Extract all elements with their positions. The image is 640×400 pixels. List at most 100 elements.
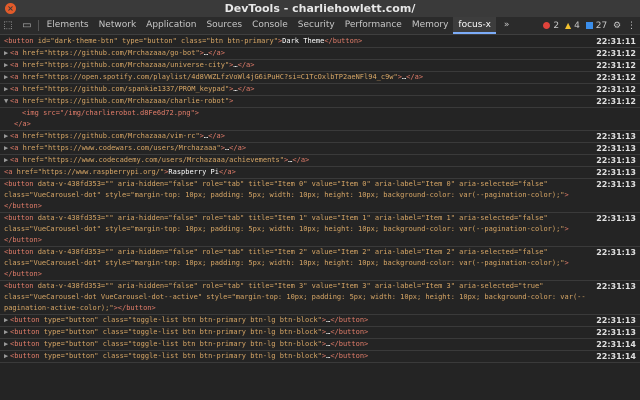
element-node[interactable]: <a href="https://www.codecademy.com/user… <box>10 156 309 164</box>
node-text: Dark Theme <box>282 37 325 45</box>
info-count[interactable]: 27 <box>596 21 607 31</box>
log-timestamp: 22:31:11 <box>596 37 636 46</box>
console-row: <button data-v-438fd353="" aria-hidden="… <box>0 179 640 213</box>
console-row: <a href="https://www.raspberrypi.org/">R… <box>0 167 640 179</box>
element-node[interactable]: <button data-v-438fd353="" aria-hidden="… <box>4 282 586 312</box>
tag-open: <button <box>4 37 38 45</box>
element-node[interactable]: <a href="https://github.com/Mrchazaaa/ch… <box>10 97 233 105</box>
tag-attributes: data-v-438fd353="" aria-hidden="false" r… <box>4 180 565 199</box>
tag-attributes: type="button" class="toggle-list btn btn… <box>43 328 322 336</box>
device-toolbar-icon[interactable]: ▭ <box>19 17 35 34</box>
console-row-closing: </a> <box>0 119 640 131</box>
settings-gear-icon[interactable]: ⚙ <box>613 21 621 31</box>
tag-attributes: href="https://github.com/Mrchazaaa/vim-r… <box>22 132 200 140</box>
close-icon[interactable]: × <box>5 3 16 14</box>
tag-close: ></button> <box>113 304 156 312</box>
tag-open: <button <box>10 340 44 348</box>
tag-close: </button> <box>324 37 363 45</box>
log-timestamp: 22:31:13 <box>596 248 636 257</box>
tag-open: <button <box>4 214 38 222</box>
console-row: <button data-v-438fd353="" aria-hidden="… <box>0 281 640 315</box>
log-timestamp: 22:31:14 <box>596 352 636 361</box>
console-row: ▶ <a href="https://github.com/Mrchazaaa/u… <box>0 60 640 72</box>
log-timestamp: 22:31:12 <box>596 61 636 70</box>
log-timestamp: 22:31:13 <box>596 144 636 153</box>
console-row: ▶ <a href="https://github.com/spankie1337… <box>0 84 640 96</box>
element-node[interactable]: <a href="https://www.raspberrypi.org/">R… <box>4 168 236 176</box>
console-row: ▶ <a href="https://open.spotify.com/playl… <box>0 72 640 84</box>
tag-close: > <box>229 97 234 105</box>
element-node[interactable]: <button type="button" class="toggle-list… <box>10 340 368 348</box>
element-node[interactable]: <a href="https://open.spotify.com/playli… <box>10 73 423 81</box>
warning-icon: ▲ <box>564 21 572 30</box>
inspect-element-icon[interactable]: ⬚ <box>0 17 16 34</box>
tag-close: </button> <box>330 352 369 360</box>
tag-close: </a> <box>218 168 236 176</box>
element-node[interactable]: <button type="button" class="toggle-list… <box>10 316 368 324</box>
element-node[interactable]: <button data-v-438fd353="" aria-hidden="… <box>4 180 569 210</box>
console-row-child: <img src="/img/charlierobot.d8Fe6d72.png… <box>0 108 640 119</box>
log-timestamp: 22:31:12 <box>596 73 636 82</box>
console-row: ▶ <a href="https://www.codewars.com/users… <box>0 143 640 155</box>
element-node[interactable]: <button type="button" class="toggle-list… <box>10 352 368 360</box>
element-node[interactable]: <button id="dark-theme-btn" type="button… <box>4 37 362 45</box>
console-row: <button id="dark-theme-btn" type="button… <box>0 36 640 48</box>
console-row: <button data-v-438fd353="" aria-hidden="… <box>0 247 640 281</box>
console-row: ▶ <button type="button" class="toggle-lis… <box>0 339 640 351</box>
tag-attributes: href="https://github.com/Mrchazaaa/charl… <box>22 97 230 105</box>
tag-attributes: href="https://github.com/Mrchazaaa/go-bo… <box>22 49 200 57</box>
element-node[interactable]: <button data-v-438fd353="" aria-hidden="… <box>4 214 569 244</box>
tag-open: <a <box>10 85 23 93</box>
console-row: ▶ <a href="https://github.com/Mrchazaaa/v… <box>0 131 640 143</box>
more-menu-icon[interactable]: ⋮ <box>627 21 636 31</box>
tag-close: </a> <box>208 49 225 57</box>
tab-console[interactable]: Console <box>247 17 293 34</box>
tab-sources[interactable]: Sources <box>201 17 247 34</box>
log-timestamp: 22:31:13 <box>596 316 636 325</box>
element-node[interactable]: <a href="https://github.com/Mrchazaaa/vi… <box>10 132 225 140</box>
console-row: ▶ <button type="button" class="toggle-lis… <box>0 315 640 327</box>
tag-close: </button> <box>330 316 369 324</box>
tag-open: <a <box>10 156 23 164</box>
tab-elements[interactable]: Elements <box>42 17 94 34</box>
element-node[interactable]: <a href="https://www.codewars.com/users/… <box>10 144 246 152</box>
element-node[interactable]: <button type="button" class="toggle-list… <box>10 328 368 336</box>
info-icon <box>585 22 593 29</box>
tag-open: <button <box>10 328 44 336</box>
tag-open: <a <box>10 49 23 57</box>
element-node[interactable]: <button data-v-438fd353="" aria-hidden="… <box>4 248 569 278</box>
status-counters: 2 ▲ 4 27 ⚙ ⋮ <box>540 17 636 34</box>
element-node[interactable]: <a href="https://github.com/Mrchazaaa/un… <box>10 61 254 69</box>
log-timestamp: 22:31:13 <box>596 180 636 189</box>
tag-open: <button <box>4 180 38 188</box>
log-timestamp: 22:31:14 <box>596 340 636 349</box>
log-timestamp: 22:31:12 <box>596 49 636 58</box>
tag-open: <button <box>10 316 44 324</box>
tab-focus-x[interactable]: focus-x <box>453 17 497 34</box>
tab-application[interactable]: Application <box>141 17 201 34</box>
tag-attributes: href="https://www.codewars.com/users/Mrc… <box>22 144 221 152</box>
tab-network[interactable]: Network <box>94 17 142 34</box>
console-row: ▶ <a href="https://github.com/Mrchazaaa/g… <box>0 48 640 60</box>
log-timestamp: 22:31:13 <box>596 214 636 223</box>
console-row: ▶ <a href="https://www.codecademy.com/use… <box>0 155 640 167</box>
tag-open: <a <box>10 132 23 140</box>
tab-memory[interactable]: Memory <box>407 17 454 34</box>
element-node[interactable]: <a href="https://github.com/Mrchazaaa/go… <box>10 49 225 57</box>
error-count[interactable]: 2 <box>553 21 559 31</box>
more-tabs-button[interactable]: » <box>499 17 515 34</box>
tag-open: <a <box>10 61 23 69</box>
tag-attributes: data-v-438fd353="" aria-hidden="false" r… <box>4 214 565 233</box>
log-timestamp: 22:31:13 <box>596 282 636 291</box>
tab-performance[interactable]: Performance <box>340 17 407 34</box>
warning-count[interactable]: 4 <box>574 21 580 31</box>
log-timestamp: 22:31:12 <box>596 97 636 106</box>
tab-security[interactable]: Security <box>293 17 340 34</box>
tag-close: </button> <box>330 328 369 336</box>
error-icon <box>543 22 551 29</box>
child-element-node[interactable]: <img src="/img/charlierobot.d8Fe6d72.png… <box>22 109 199 117</box>
tag-close: </a> <box>208 132 225 140</box>
element-node[interactable]: <a href="https://github.com/spankie1337/… <box>10 85 254 93</box>
console-row: <button data-v-438fd353="" aria-hidden="… <box>0 213 640 247</box>
tag-attributes: href="https://github.com/Mrchazaaa/unive… <box>22 61 230 69</box>
